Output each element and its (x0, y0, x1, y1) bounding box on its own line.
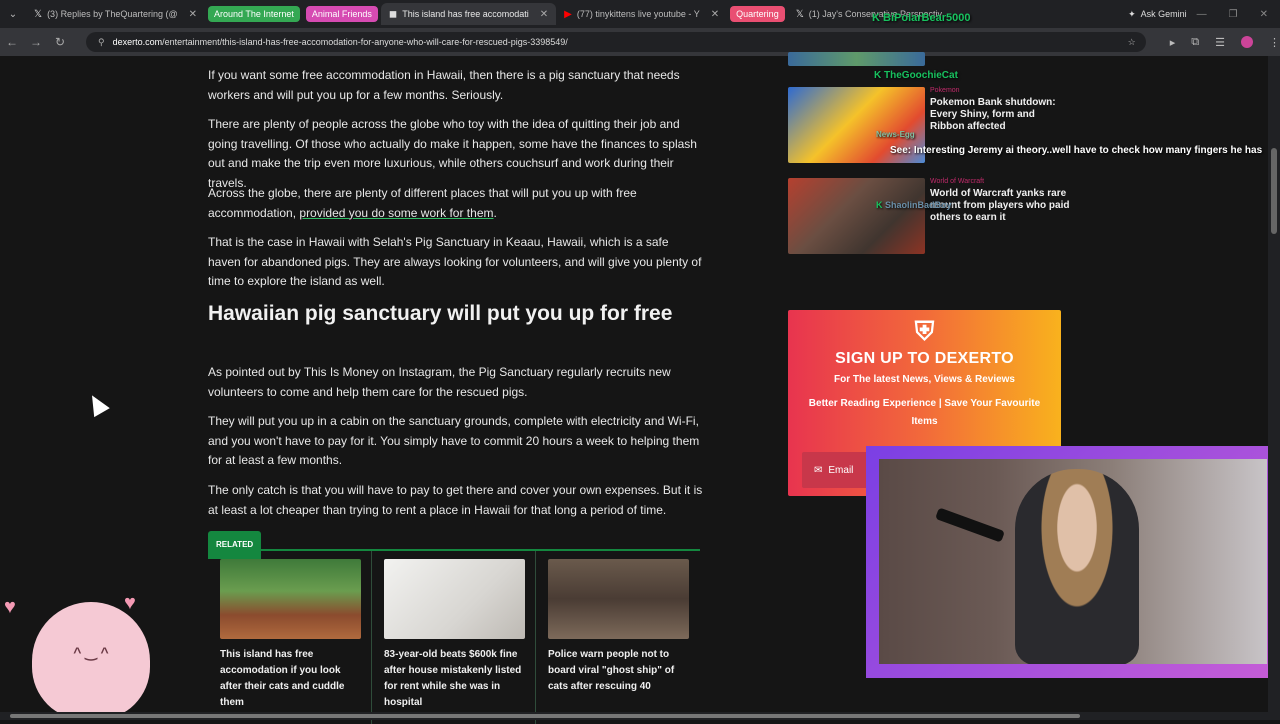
chat-message: K ShaolinBadBoy (876, 200, 952, 210)
article-paragraph: Across the globe, there are plenty of di… (208, 184, 703, 223)
gemini-icon: ✦ (1128, 9, 1136, 20)
sidebar-card-tag: World of Warcraft (930, 178, 984, 185)
youtube-icon: ▶ (564, 9, 572, 20)
ghost-ship-cats-thumbnail[interactable] (548, 559, 689, 639)
article-paragraph: The only catch is that you will have to … (208, 481, 703, 520)
kick-logo-icon: K (874, 70, 881, 81)
tab-title: This island has free accomodati (402, 9, 529, 19)
chat-username: News-Egg (876, 130, 915, 139)
pink-mascot-overlay: ^ ‿ ^ (32, 602, 150, 720)
horizontal-scrollbar[interactable] (0, 712, 1268, 720)
tab-title: (3) Replies by TheQuartering (@ (47, 9, 178, 19)
ask-gemini-button[interactable]: ✦ Ask Gemini (1128, 9, 1197, 20)
tab-group-animal-friends[interactable]: Animal Friends (306, 6, 378, 22)
streamer-figure (1015, 469, 1139, 664)
provided-work-link[interactable]: provided you do some work for them (299, 206, 493, 220)
sidebar-card[interactable]: World of Warcraft World of Warcraft yank… (788, 178, 1088, 256)
address-bar-row: ← → ↻ ⚲ dexerto.com /entertainment/this-… (0, 28, 1280, 56)
url-path: /entertainment/this-island-has-free-acco… (162, 37, 568, 47)
sidebar-card-title[interactable]: Pokemon Bank shutdown: Every Shiny, form… (930, 97, 1070, 133)
related-card[interactable]: 83-year-old beats $600k fine after house… (372, 551, 536, 724)
heart-icon: ♥ (124, 592, 136, 615)
scrollbar-thumb[interactable] (10, 714, 1080, 718)
mail-icon: ✉ (814, 465, 822, 476)
close-icon[interactable]: ✕ (540, 9, 548, 20)
reload-icon[interactable]: ↻ (48, 35, 72, 49)
close-window-icon[interactable]: ✕ (1260, 9, 1268, 20)
media-control-icon[interactable]: ▸ (1170, 36, 1176, 49)
article-paragraph: As pointed out by This Is Money on Insta… (208, 363, 703, 402)
related-card-title[interactable]: Police warn people not to board viral "g… (548, 647, 688, 695)
minimize-icon[interactable]: — (1197, 9, 1207, 20)
tab-youtube-tinykittens[interactable]: ▶ (77) tinykittens live youtube - Y ✕ (556, 3, 727, 25)
chat-username: BiPolarBear5000 (883, 12, 970, 24)
sidebar-panel-icon[interactable]: ☰ (1215, 36, 1225, 49)
chat-message: K BiPolarBear5000 (872, 12, 970, 24)
browser-tab-bar: ⌄ 𝕏 (3) Replies by TheQuartering (@ ✕ Ar… (0, 0, 1280, 28)
url-field[interactable]: ⚲ dexerto.com /entertainment/this-island… (86, 32, 1146, 52)
related-card[interactable]: This island has free accomodation if you… (208, 551, 372, 724)
vertical-scrollbar[interactable] (1268, 56, 1280, 720)
tab-group-around-the-internet[interactable]: Around The Internet (208, 6, 300, 22)
webcam-feed (879, 459, 1267, 664)
menu-kebab-icon[interactable]: ⋮ (1269, 36, 1280, 49)
signup-subtitle: For The latest News, Views & Reviews (788, 374, 1061, 385)
article-paragraph: They will put you up in a cabin on the s… (208, 412, 703, 471)
bookmark-star-icon[interactable]: ☆ (1128, 37, 1136, 48)
x-logo-icon: 𝕏 (34, 9, 42, 20)
webcam-overlay (866, 446, 1280, 678)
x-logo-icon: 𝕏 (796, 9, 804, 20)
url-host: dexerto.com (113, 37, 163, 47)
kick-logo-icon: K (872, 12, 880, 24)
related-card-title[interactable]: 83-year-old beats $600k fine after house… (384, 647, 523, 711)
back-icon[interactable]: ← (0, 35, 24, 49)
tab-twitter-replies[interactable]: 𝕏 (3) Replies by TheQuartering (@ ✕ (26, 3, 205, 25)
cat-on-bench-thumbnail[interactable] (220, 559, 361, 639)
ask-gemini-label: Ask Gemini (1141, 9, 1187, 19)
world-of-warcraft-thumbnail[interactable] (788, 178, 925, 254)
close-icon[interactable]: ✕ (189, 9, 197, 20)
related-articles: This island has free accomodation if you… (208, 549, 700, 724)
email-placeholder: Email (828, 465, 853, 476)
scrollbar-thumb[interactable] (1271, 148, 1277, 234)
maximize-icon[interactable]: ❐ (1229, 9, 1238, 20)
tab-dexerto-article[interactable]: ◼ This island has free accomodati ✕ (381, 3, 556, 25)
forward-icon[interactable]: → (24, 35, 48, 49)
window-controls: — ❐ ✕ (1197, 9, 1280, 20)
mascot-face: ^ ‿ ^ (64, 644, 118, 680)
close-icon[interactable]: ✕ (711, 9, 719, 20)
related-card[interactable]: Police warn people not to board viral "g… (536, 551, 700, 724)
sidebar-card-partial[interactable] (788, 52, 1088, 68)
site-info-icon[interactable]: ⚲ (98, 37, 105, 48)
signup-benefits: Better Reading Experience | Save Your Fa… (788, 395, 1061, 431)
tab-group-quartering[interactable]: Quartering (730, 6, 785, 22)
article-paragraph: There are plenty of people across the gl… (208, 115, 703, 193)
article-paragraph: If you want some free accommodation in H… (208, 66, 703, 105)
signup-title: SIGN UP TO DEXERTO (788, 350, 1061, 368)
sidebar-thumbnail[interactable] (788, 52, 925, 66)
related-card-title[interactable]: This island has free accomodation if you… (220, 647, 359, 711)
mouse-cursor-icon (84, 391, 110, 417)
article-paragraph: That is the case in Hawaii with Selah's … (208, 233, 703, 292)
profile-avatar[interactable] (1241, 36, 1253, 48)
tab-title: (77) tinykittens live youtube - Y (577, 9, 700, 19)
heart-icon: ♥ (4, 596, 16, 619)
chat-username: TheGoochieCat (884, 70, 958, 81)
chat-message-text: See: Interesting Jeremy ai theory..well … (890, 145, 1270, 156)
extensions-icon[interactable]: ⧉ (1191, 36, 1199, 49)
sidebar-card-tag: Pokemon (930, 87, 960, 94)
section-heading: Hawaiian pig sanctuary will put you up f… (208, 302, 698, 326)
chat-message: K TheGoochieCat (874, 70, 958, 81)
house-keys-thumbnail[interactable] (384, 559, 525, 639)
tab-search-chevron-icon[interactable]: ⌄ (0, 9, 26, 20)
chat-username: ShaolinBadBoy (885, 200, 952, 210)
kick-logo-icon: K (876, 200, 883, 210)
dexerto-icon: ◼ (389, 9, 397, 20)
microphone-arm (935, 507, 1005, 542)
dexerto-logo-icon: ⛨ (788, 316, 1061, 348)
paragraph-text: . (493, 206, 496, 220)
